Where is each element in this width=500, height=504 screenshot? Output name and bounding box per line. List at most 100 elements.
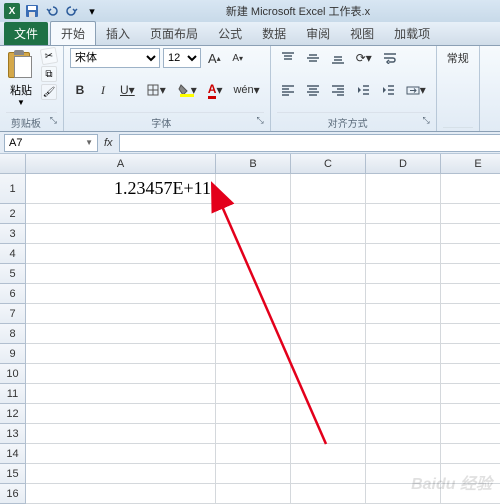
cell-D14[interactable] xyxy=(366,444,441,464)
cell-A14[interactable] xyxy=(26,444,216,464)
col-header-C[interactable]: C xyxy=(291,154,366,174)
align-top-button[interactable] xyxy=(277,48,299,68)
increase-font-button[interactable]: A▴ xyxy=(204,48,225,68)
cell-A13[interactable] xyxy=(26,424,216,444)
tab-5[interactable]: 审阅 xyxy=(296,22,340,45)
row-header-12[interactable]: 12 xyxy=(0,404,26,424)
cell-C3[interactable] xyxy=(291,224,366,244)
wrap-text-button[interactable] xyxy=(379,48,401,68)
cell-B6[interactable] xyxy=(216,284,291,304)
name-box[interactable]: A7 ▼ xyxy=(4,134,98,152)
undo-icon[interactable] xyxy=(44,3,60,19)
align-middle-button[interactable] xyxy=(302,48,324,68)
qat-dropdown-icon[interactable]: ▾ xyxy=(84,3,100,19)
align-center-button[interactable] xyxy=(302,80,324,100)
cell-C11[interactable] xyxy=(291,384,366,404)
cell-E16[interactable] xyxy=(441,484,500,504)
cell-E13[interactable] xyxy=(441,424,500,444)
cell-B12[interactable] xyxy=(216,404,291,424)
font-color-button[interactable]: A▾ xyxy=(204,80,227,100)
cell-B4[interactable] xyxy=(216,244,291,264)
row-header-1[interactable]: 1 xyxy=(0,174,26,204)
cell-A15[interactable] xyxy=(26,464,216,484)
cell-E3[interactable] xyxy=(441,224,500,244)
border-button[interactable]: ▾ xyxy=(142,80,170,100)
cell-A3[interactable] xyxy=(26,224,216,244)
format-painter-icon[interactable]: 🖌 xyxy=(41,84,57,100)
row-header-8[interactable]: 8 xyxy=(0,324,26,344)
row-header-7[interactable]: 7 xyxy=(0,304,26,324)
cell-C4[interactable] xyxy=(291,244,366,264)
tab-2[interactable]: 页面布局 xyxy=(140,22,208,45)
cell-D1[interactable] xyxy=(366,174,441,204)
cell-D12[interactable] xyxy=(366,404,441,424)
cell-B15[interactable] xyxy=(216,464,291,484)
tab-3[interactable]: 公式 xyxy=(208,22,252,45)
bold-button[interactable]: B xyxy=(70,80,90,100)
cut-icon[interactable]: ✂ xyxy=(40,47,59,66)
row-header-9[interactable]: 9 xyxy=(0,344,26,364)
col-header-B[interactable]: B xyxy=(216,154,291,174)
cell-A2[interactable] xyxy=(26,204,216,224)
dialog-launcher-icon[interactable]: ⤡ xyxy=(50,115,57,126)
cell-E7[interactable] xyxy=(441,304,500,324)
col-header-E[interactable]: E xyxy=(441,154,500,174)
increase-indent-button[interactable] xyxy=(377,80,399,100)
row-header-2[interactable]: 2 xyxy=(0,204,26,224)
row-header-10[interactable]: 10 xyxy=(0,364,26,384)
row-header-6[interactable]: 6 xyxy=(0,284,26,304)
cell-B13[interactable] xyxy=(216,424,291,444)
tab-4[interactable]: 数据 xyxy=(252,22,296,45)
cell-D7[interactable] xyxy=(366,304,441,324)
cell-C8[interactable] xyxy=(291,324,366,344)
align-right-button[interactable] xyxy=(327,80,349,100)
cell-C7[interactable] xyxy=(291,304,366,324)
underline-button[interactable]: U▾ xyxy=(116,80,139,100)
font-size-select[interactable]: 12 xyxy=(163,48,201,68)
dialog-launcher-icon[interactable]: ⤡ xyxy=(423,115,430,126)
tab-0[interactable]: 开始 xyxy=(50,21,96,45)
cell-E12[interactable] xyxy=(441,404,500,424)
cell-E15[interactable] xyxy=(441,464,500,484)
cell-E2[interactable] xyxy=(441,204,500,224)
cell-A12[interactable] xyxy=(26,404,216,424)
cell-A9[interactable] xyxy=(26,344,216,364)
cell-B5[interactable] xyxy=(216,264,291,284)
row-header-5[interactable]: 5 xyxy=(0,264,26,284)
decrease-font-button[interactable]: A▾ xyxy=(228,48,248,68)
row-header-13[interactable]: 13 xyxy=(0,424,26,444)
cell-D13[interactable] xyxy=(366,424,441,444)
row-header-16[interactable]: 16 xyxy=(0,484,26,504)
cell-B8[interactable] xyxy=(216,324,291,344)
row-header-11[interactable]: 11 xyxy=(0,384,26,404)
cell-C14[interactable] xyxy=(291,444,366,464)
row-header-15[interactable]: 15 xyxy=(0,464,26,484)
cell-A7[interactable] xyxy=(26,304,216,324)
paste-button[interactable]: 粘贴 ▼ xyxy=(6,48,36,109)
cell-B14[interactable] xyxy=(216,444,291,464)
number-format-select[interactable]: 常规 xyxy=(443,48,473,68)
select-all-corner[interactable] xyxy=(0,154,26,174)
cell-B2[interactable] xyxy=(216,204,291,224)
tab-1[interactable]: 插入 xyxy=(96,22,140,45)
formula-input[interactable] xyxy=(119,134,500,152)
cell-B1[interactable] xyxy=(216,174,291,204)
align-left-button[interactable] xyxy=(277,80,299,100)
row-header-4[interactable]: 4 xyxy=(0,244,26,264)
orientation-button[interactable]: ⟳▾ xyxy=(352,48,376,68)
cell-E11[interactable] xyxy=(441,384,500,404)
cell-C16[interactable] xyxy=(291,484,366,504)
row-header-3[interactable]: 3 xyxy=(0,224,26,244)
spreadsheet-grid[interactable]: ABCDE 12345678910111213141516 1.23457E+1… xyxy=(0,154,500,500)
copy-icon[interactable]: ⧉ xyxy=(41,66,57,82)
cell-D3[interactable] xyxy=(366,224,441,244)
cell-D8[interactable] xyxy=(366,324,441,344)
col-header-D[interactable]: D xyxy=(366,154,441,174)
chevron-down-icon[interactable]: ▼ xyxy=(85,138,93,147)
cell-C13[interactable] xyxy=(291,424,366,444)
cell-A11[interactable] xyxy=(26,384,216,404)
cell-E1[interactable] xyxy=(441,174,500,204)
tab-file[interactable]: 文件 xyxy=(4,22,48,45)
cell-C10[interactable] xyxy=(291,364,366,384)
cell-C2[interactable] xyxy=(291,204,366,224)
